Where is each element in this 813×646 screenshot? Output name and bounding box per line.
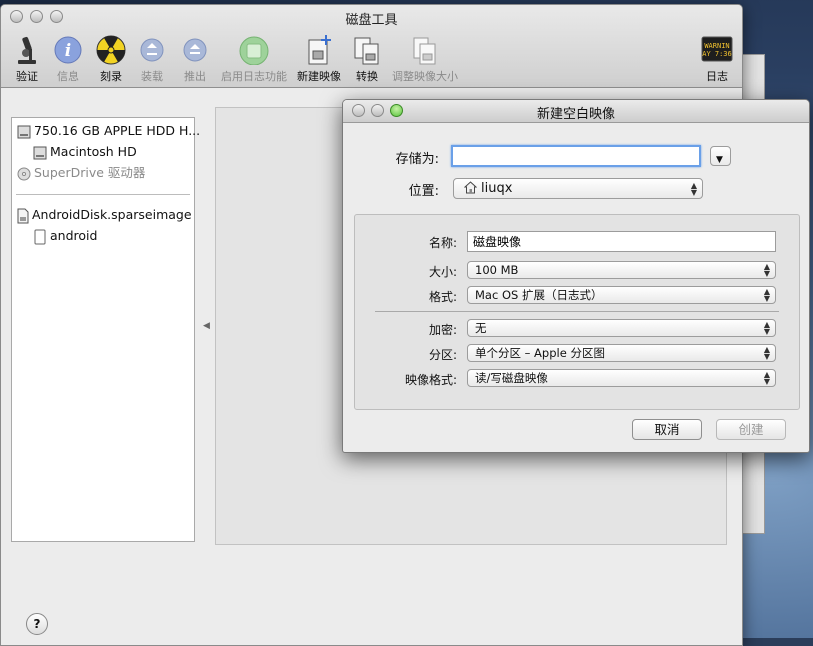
optical-drive-icon	[17, 167, 31, 180]
format-popup[interactable]: Mac OS 扩展（日志式） ▲ ▼	[467, 286, 776, 304]
hard-disk-icon	[17, 125, 31, 138]
window-title: 磁盘工具	[345, 13, 398, 28]
image-options-box: 名称: 大小: 100 MB ▲▼ 格式: Mac OS 扩展（日志式） ▲▼ …	[354, 214, 800, 410]
create-button[interactable]: 创建	[716, 419, 786, 440]
split-view-handle[interactable]: ◀	[203, 321, 210, 331]
save-as-input[interactable]	[451, 145, 701, 167]
options-separator	[375, 311, 779, 312]
new-blank-image-dialog: 新建空白映像 存储为: ▼ 位置: liuqx ▲▼ 名称: 大小: 100 M…	[342, 99, 810, 453]
log-console-icon: WARNIN AY 7:36	[701, 36, 733, 62]
cancel-button[interactable]: 取消	[632, 419, 702, 440]
sidebar-item-label: Macintosh HD	[50, 144, 137, 159]
sidebar-item-androiddisk[interactable]: AndroidDisk.sparseimage	[17, 205, 192, 225]
image-format-popup[interactable]: 读/写磁盘映像 ▲ ▼	[467, 369, 776, 387]
size-value: 100 MB	[475, 263, 519, 277]
sidebar-item-label: AndroidDisk.sparseimage	[32, 207, 192, 222]
name-input[interactable]	[467, 231, 776, 252]
device-sidebar[interactable]: 750.16 GB APPLE HDD H... Macintosh HD Su…	[11, 117, 200, 542]
encryption-value: 无	[475, 321, 487, 335]
help-button[interactable]: ?	[26, 613, 48, 635]
sidebar-item-android[interactable]: android	[33, 226, 97, 246]
info-icon: i	[54, 36, 82, 64]
chevron-down-icon: ▼	[716, 155, 723, 165]
location-popup[interactable]: liuqx ▲ ▼	[453, 178, 703, 199]
chevron-updown-icon: ▲ ▼	[763, 345, 770, 361]
volume-icon	[34, 229, 46, 244]
chevron-updown-icon: ▲ ▼	[763, 287, 770, 303]
encryption-label: 加密:	[428, 323, 457, 337]
dialog-title: 新建空白映像	[536, 107, 615, 122]
microscope-icon	[18, 36, 36, 64]
chevron-updown-icon: ▲ ▼	[763, 262, 770, 278]
name-label: 名称:	[428, 236, 457, 250]
location-value: liuqx	[481, 181, 513, 196]
svg-text:AY 7:36: AY 7:36	[702, 50, 732, 58]
sidebar-item-superdrive[interactable]: SuperDrive 驱动器	[17, 163, 145, 183]
format-label: 格式:	[428, 290, 457, 304]
new-image-icon	[308, 35, 331, 65]
sidebar-item-label: SuperDrive 驱动器	[34, 165, 146, 180]
resize-image-label: 调整映像大小	[392, 70, 458, 83]
sidebar-item-label: 750.16 GB APPLE HDD H...	[34, 123, 201, 138]
size-label: 大小:	[428, 265, 457, 279]
chevron-updown-icon: ▲ ▼	[690, 181, 697, 197]
sidebar-item-apple-hdd[interactable]: 750.16 GB APPLE HDD H...	[17, 121, 200, 141]
convert-icon	[354, 37, 379, 65]
format-value: Mac OS 扩展（日志式）	[475, 288, 603, 302]
expand-save-panel-button[interactable]: ▼	[710, 146, 731, 166]
partitions-value: 单个分区 – Apple 分区图	[475, 346, 605, 360]
journaling-icon	[239, 36, 269, 65]
log-label: 日志	[706, 70, 728, 83]
main-toolbar: 磁盘工具 验证 i 信息 刻录 装载 推出 启用日志功能 新建映像 转换 调整映…	[1, 5, 742, 88]
save-as-label: 存储为:	[395, 152, 439, 167]
sidebar-item-label: android	[50, 228, 98, 243]
dialog-titlebar: 新建空白映像	[343, 100, 809, 123]
svg-text:i: i	[65, 41, 71, 61]
chevron-updown-icon: ▲ ▼	[763, 370, 770, 386]
encryption-popup[interactable]: 无 ▲ ▼	[467, 319, 776, 337]
chevron-updown-icon: ▲ ▼	[763, 320, 770, 336]
partitions-popup[interactable]: 单个分区 – Apple 分区图 ▲ ▼	[467, 344, 776, 362]
resize-image-icon	[413, 37, 436, 65]
sidebar-item-macintosh-hd[interactable]: Macintosh HD	[33, 142, 137, 162]
svg-text:WARNIN: WARNIN	[704, 42, 729, 50]
size-popup[interactable]: 100 MB ▲ ▼	[467, 261, 776, 279]
location-label: 位置:	[408, 184, 439, 199]
mount-icon	[140, 38, 164, 62]
disk-image-icon	[17, 208, 29, 223]
volume-icon	[33, 146, 47, 159]
image-format-value: 读/写磁盘映像	[475, 371, 548, 385]
sidebar-divider	[16, 194, 190, 195]
burn-radiation-icon	[96, 35, 126, 65]
partitions-label: 分区:	[428, 348, 457, 362]
eject-icon	[183, 38, 207, 62]
image-format-label: 映像格式:	[404, 373, 457, 387]
home-folder-icon	[463, 181, 478, 194]
